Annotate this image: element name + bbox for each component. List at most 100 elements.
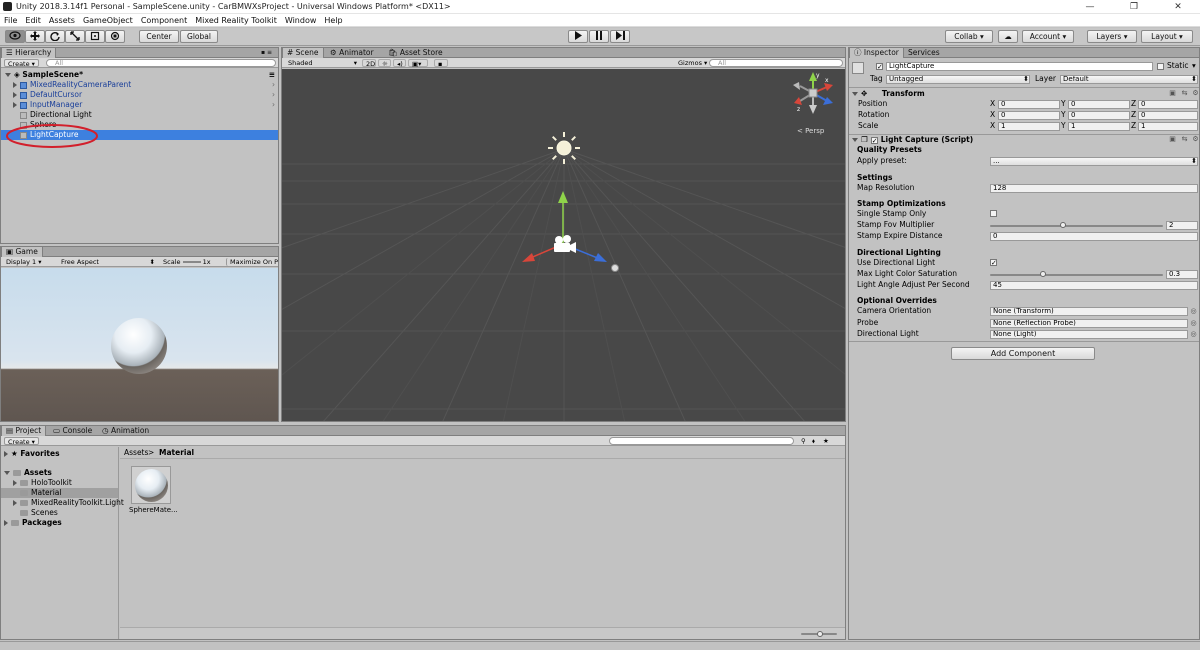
lighting-toggle-icon[interactable]: ☼: [378, 59, 391, 68]
preset-icon[interactable]: ⇆: [1181, 90, 1188, 97]
layers-dropdown[interactable]: Layers ▾: [1087, 30, 1137, 43]
transform-tool-icon[interactable]: [105, 30, 125, 43]
hierarchy-item-inputmanager[interactable]: InputManager ›: [1, 100, 278, 110]
object-picker-icon[interactable]: ◎: [1190, 331, 1197, 338]
hierarchy-search-input[interactable]: All: [46, 59, 276, 67]
tab-animator[interactable]: ⚙ Animator: [326, 48, 378, 58]
rotation-x-field[interactable]: 0: [998, 111, 1060, 120]
effects-dropdown-icon[interactable]: ▣▾: [408, 59, 428, 68]
scene-visibility-icon[interactable]: ▪: [434, 59, 448, 68]
position-z-field[interactable]: 0: [1138, 100, 1198, 109]
folder-holotoolkit[interactable]: HoloToolkit: [1, 478, 118, 488]
play-button[interactable]: [568, 30, 588, 43]
folder-material[interactable]: Material: [1, 488, 118, 498]
menu-assets[interactable]: Assets: [45, 14, 79, 27]
aspect-dropdown[interactable]: Free Aspect ⬍: [58, 258, 158, 266]
menu-gameobject[interactable]: GameObject: [79, 14, 137, 27]
favorites-row[interactable]: ★ Favorites: [1, 449, 118, 459]
breadcrumb-material[interactable]: Material: [159, 448, 194, 458]
hierarchy-item-mixedrealitycameraparent[interactable]: MixedRealityCameraParent ›: [1, 80, 278, 90]
filter-label-icon[interactable]: ⬧: [809, 437, 818, 445]
scene-view[interactable]: y x z < Persp: [282, 69, 845, 421]
breadcrumb-assets[interactable]: Assets: [124, 448, 148, 458]
asset-name[interactable]: SphereMate...: [129, 505, 178, 515]
tab-scene[interactable]: # Scene: [282, 48, 324, 58]
menu-window[interactable]: Window: [281, 14, 321, 27]
help-icon[interactable]: ▣: [1169, 136, 1176, 143]
tab-services[interactable]: Services: [904, 48, 944, 58]
layer-dropdown[interactable]: Default ⬍: [1060, 75, 1198, 84]
scene-search-input[interactable]: All: [709, 59, 843, 67]
stamp-fov-slider-handle[interactable]: [1060, 222, 1067, 228]
max-saturation-slider[interactable]: [990, 274, 1163, 276]
step-button[interactable]: [610, 30, 630, 43]
static-dropdown-icon[interactable]: ▾: [1192, 61, 1196, 71]
menu-file[interactable]: File: [0, 14, 21, 27]
favorites-star-icon[interactable]: ★: [820, 437, 832, 445]
menu-help[interactable]: Help: [320, 14, 346, 27]
object-picker-icon[interactable]: ◎: [1190, 320, 1197, 327]
scale-y-field[interactable]: 1: [1068, 122, 1130, 131]
help-icon[interactable]: ▣: [1169, 90, 1176, 97]
camera-orientation-field[interactable]: None (Transform): [990, 307, 1188, 316]
game-view[interactable]: [1, 268, 278, 421]
account-dropdown[interactable]: Account ▾: [1022, 30, 1074, 43]
light-angle-field[interactable]: 45: [990, 281, 1198, 290]
chevron-right-icon[interactable]: ›: [272, 100, 275, 110]
thumbnail-size-handle[interactable]: [817, 631, 823, 637]
chevron-right-icon[interactable]: ›: [272, 90, 275, 100]
stamp-expire-field[interactable]: 0: [990, 232, 1198, 241]
light-capture-header[interactable]: ❐ ✓ Light Capture (Script): [852, 135, 973, 145]
object-picker-icon[interactable]: ◎: [1190, 308, 1197, 315]
layout-dropdown[interactable]: Layout ▾: [1141, 30, 1193, 43]
stamp-fov-field[interactable]: 2: [1166, 221, 1198, 230]
object-name-field[interactable]: LightCapture: [886, 62, 1153, 71]
tab-inspector[interactable]: ⓘ Inspector: [849, 48, 904, 58]
audio-toggle-icon[interactable]: ◂): [393, 59, 406, 68]
folder-mixedrealitytoolkit-light[interactable]: MixedRealityToolkit.Light: [1, 498, 124, 508]
tab-project[interactable]: ▤ Project: [1, 426, 47, 436]
static-checkbox[interactable]: [1157, 63, 1164, 70]
packages-row[interactable]: Packages: [1, 518, 118, 528]
use-directional-light-checkbox[interactable]: ✓: [990, 259, 997, 267]
global-toggle[interactable]: Global: [180, 30, 218, 43]
scale-z-field[interactable]: 1: [1138, 122, 1198, 131]
preset-icon[interactable]: ⇆: [1181, 136, 1188, 143]
stamp-fov-slider[interactable]: [990, 225, 1163, 227]
add-component-button[interactable]: Add Component: [951, 347, 1095, 360]
gizmos-dropdown[interactable]: Gizmos ▾: [675, 59, 709, 67]
component-settings-icon[interactable]: ⚙: [1192, 136, 1199, 143]
pivot-center-toggle[interactable]: Center: [139, 30, 179, 43]
hierarchy-item-directional-light[interactable]: Directional Light: [1, 110, 278, 120]
tab-animation[interactable]: ◷ Animation: [98, 426, 153, 436]
project-create-button[interactable]: Create ▾: [4, 437, 39, 446]
script-enabled-checkbox[interactable]: ✓: [870, 136, 878, 144]
max-saturation-field[interactable]: 0.3: [1166, 270, 1198, 279]
single-stamp-checkbox[interactable]: [990, 210, 997, 217]
rect-tool-icon[interactable]: [85, 30, 105, 43]
restore-button[interactable]: ❐: [1112, 0, 1156, 14]
tab-asset-store[interactable]: 🛍 Asset Store: [384, 48, 447, 58]
close-button[interactable]: ✕: [1156, 0, 1200, 14]
active-checkbox[interactable]: ✓: [876, 63, 883, 71]
tab-hierarchy[interactable]: ☰ Hierarchy: [1, 48, 57, 58]
hierarchy-create-button[interactable]: Create ▾: [4, 59, 39, 68]
apply-preset-dropdown[interactable]: ... ⬍: [990, 157, 1198, 166]
cloud-icon[interactable]: ☁: [998, 30, 1018, 43]
minimize-button[interactable]: —: [1068, 0, 1112, 14]
directional-light-field[interactable]: None (Light): [990, 330, 1188, 339]
max-saturation-slider-handle[interactable]: [1040, 271, 1047, 277]
scene-menu-icon[interactable]: ≡: [269, 70, 275, 80]
display-dropdown[interactable]: Display 1 ▾: [3, 258, 55, 266]
pause-button[interactable]: [589, 30, 609, 43]
shading-mode-dropdown[interactable]: Shaded ▾: [285, 59, 360, 67]
rotation-y-field[interactable]: 0: [1068, 111, 1130, 120]
persp-label[interactable]: < Persp: [797, 127, 824, 135]
toggle-2d-button[interactable]: 2D: [362, 59, 376, 68]
probe-field[interactable]: None (Reflection Probe): [990, 319, 1188, 328]
filter-type-icon[interactable]: ⚲: [798, 437, 809, 445]
move-tool-icon[interactable]: [25, 30, 45, 43]
scale-slider[interactable]: Scale 1x: [160, 258, 223, 266]
orientation-gizmo-icon[interactable]: y x z: [791, 71, 835, 119]
rotation-z-field[interactable]: 0: [1138, 111, 1198, 120]
